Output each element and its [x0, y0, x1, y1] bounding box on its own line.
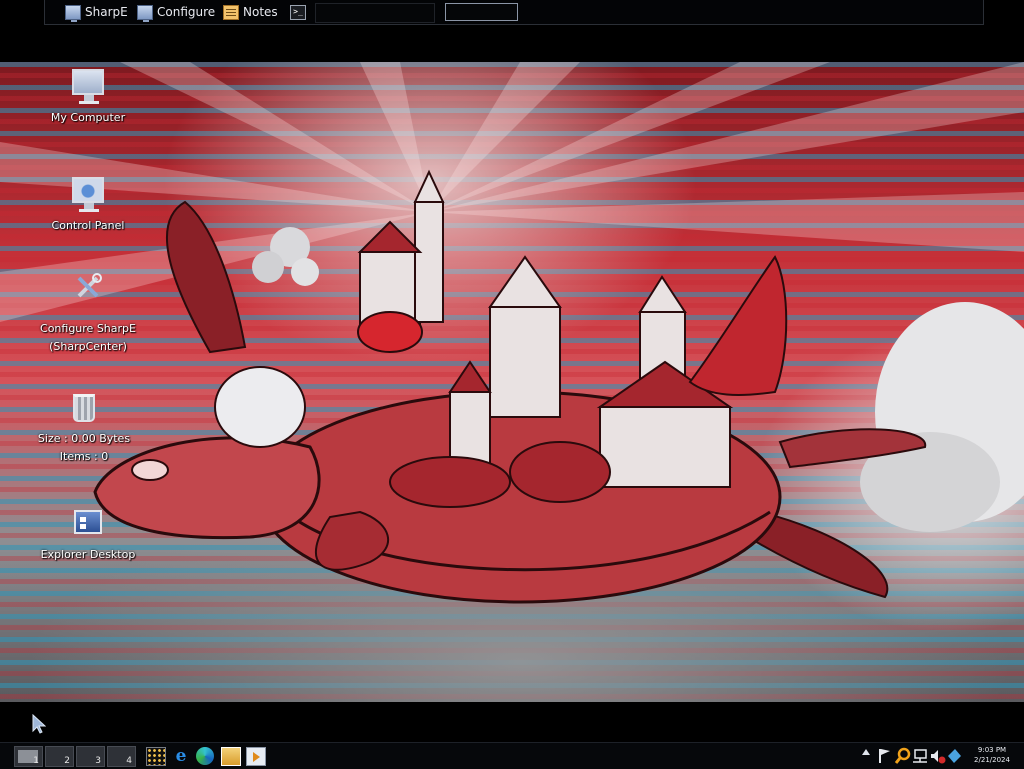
terminal-icon: >_ — [290, 4, 306, 20]
app-grid-icon[interactable] — [146, 747, 166, 766]
recycle-bin-size: Size : 0.00 Bytes — [37, 432, 131, 445]
taskbar-clock[interactable]: 9:03 PM 2/21/2024 — [962, 745, 1022, 765]
virtual-desktop-4[interactable]: 4 — [107, 746, 136, 767]
command-input[interactable] — [315, 3, 435, 23]
virtual-desktop-number: 3 — [95, 756, 101, 766]
virtual-desktop-number: 1 — [33, 756, 39, 766]
media-player-icon[interactable] — [246, 747, 266, 766]
sharpe-button[interactable]: SharpE — [65, 3, 128, 22]
desktop-icon-sublabel: (SharpCenter) — [49, 340, 127, 353]
monitor-icon — [137, 4, 153, 22]
desktop-wallpaper[interactable] — [0, 62, 1024, 702]
desktop-icon-my-computer[interactable]: My Computer — [33, 69, 143, 127]
desktop-icon-label: Control Panel — [51, 219, 125, 232]
notes-icon — [223, 4, 239, 20]
notes-button-label: Notes — [243, 5, 278, 19]
desktop-icon-recycle-bin[interactable]: Size : 0.00 Bytes Items : 0 — [29, 394, 139, 466]
desktop-icon-label: Explorer Desktop — [40, 548, 136, 561]
control-panel-icon — [72, 177, 104, 212]
quick-search-input[interactable] — [445, 3, 518, 21]
network-icon[interactable] — [912, 746, 928, 766]
tools-icon — [77, 273, 102, 298]
virtual-desktop-2[interactable]: 2 — [45, 746, 74, 767]
clock-time: 9:03 PM — [977, 746, 1007, 754]
recycle-bin-icon — [73, 394, 95, 422]
top-toolbar-panel: SharpE Configure Notes >_ — [44, 0, 984, 25]
notes-button[interactable]: Notes — [223, 3, 278, 21]
volume-muted-icon[interactable] — [930, 746, 946, 766]
desktop-bottom-band — [0, 702, 1024, 742]
show-hidden-icons-button[interactable] — [862, 749, 870, 755]
configure-button[interactable]: Configure — [137, 3, 216, 22]
clock-date: 2/21/2024 — [974, 756, 1010, 764]
sharpe-button-label: SharpE — [85, 5, 128, 19]
virtual-desktop-3[interactable]: 3 — [76, 746, 105, 767]
mouse-cursor-icon — [32, 714, 46, 734]
explorer-desktop-icon — [74, 510, 102, 534]
terminal-button[interactable]: >_ — [290, 3, 306, 21]
taskbar: 1 2 3 4 e 9:03 PM 2/21/2024 — [0, 742, 1024, 769]
desktop-icon-control-panel[interactable]: Control Panel — [33, 177, 143, 235]
configure-button-label: Configure — [157, 5, 216, 19]
monitor-icon — [65, 4, 81, 22]
desktop-icon-configure-sharpe[interactable]: Configure SharpE (SharpCenter) — [33, 272, 143, 356]
virtual-desktop-1[interactable]: 1 — [14, 746, 43, 767]
recycle-bin-items: Items : 0 — [59, 450, 109, 463]
virtual-desktop-number: 4 — [126, 756, 132, 766]
file-explorer-icon[interactable] — [221, 747, 241, 766]
desktop-icon-label: Configure SharpE — [40, 322, 136, 335]
search-icon[interactable] — [895, 746, 911, 766]
top-toolbar: SharpE Configure Notes >_ — [0, 0, 1024, 62]
edge-icon[interactable] — [196, 747, 214, 765]
desktop-icon-explorer-desktop[interactable]: Explorer Desktop — [33, 510, 143, 564]
virtual-desktop-number: 2 — [64, 756, 70, 766]
desktop-icon-label: My Computer — [50, 111, 126, 124]
computer-icon — [72, 69, 104, 104]
app-icon[interactable] — [946, 746, 962, 766]
internet-explorer-icon[interactable]: e — [171, 747, 191, 766]
flag-icon[interactable] — [877, 746, 893, 766]
turtle-illustration — [93, 169, 1024, 604]
